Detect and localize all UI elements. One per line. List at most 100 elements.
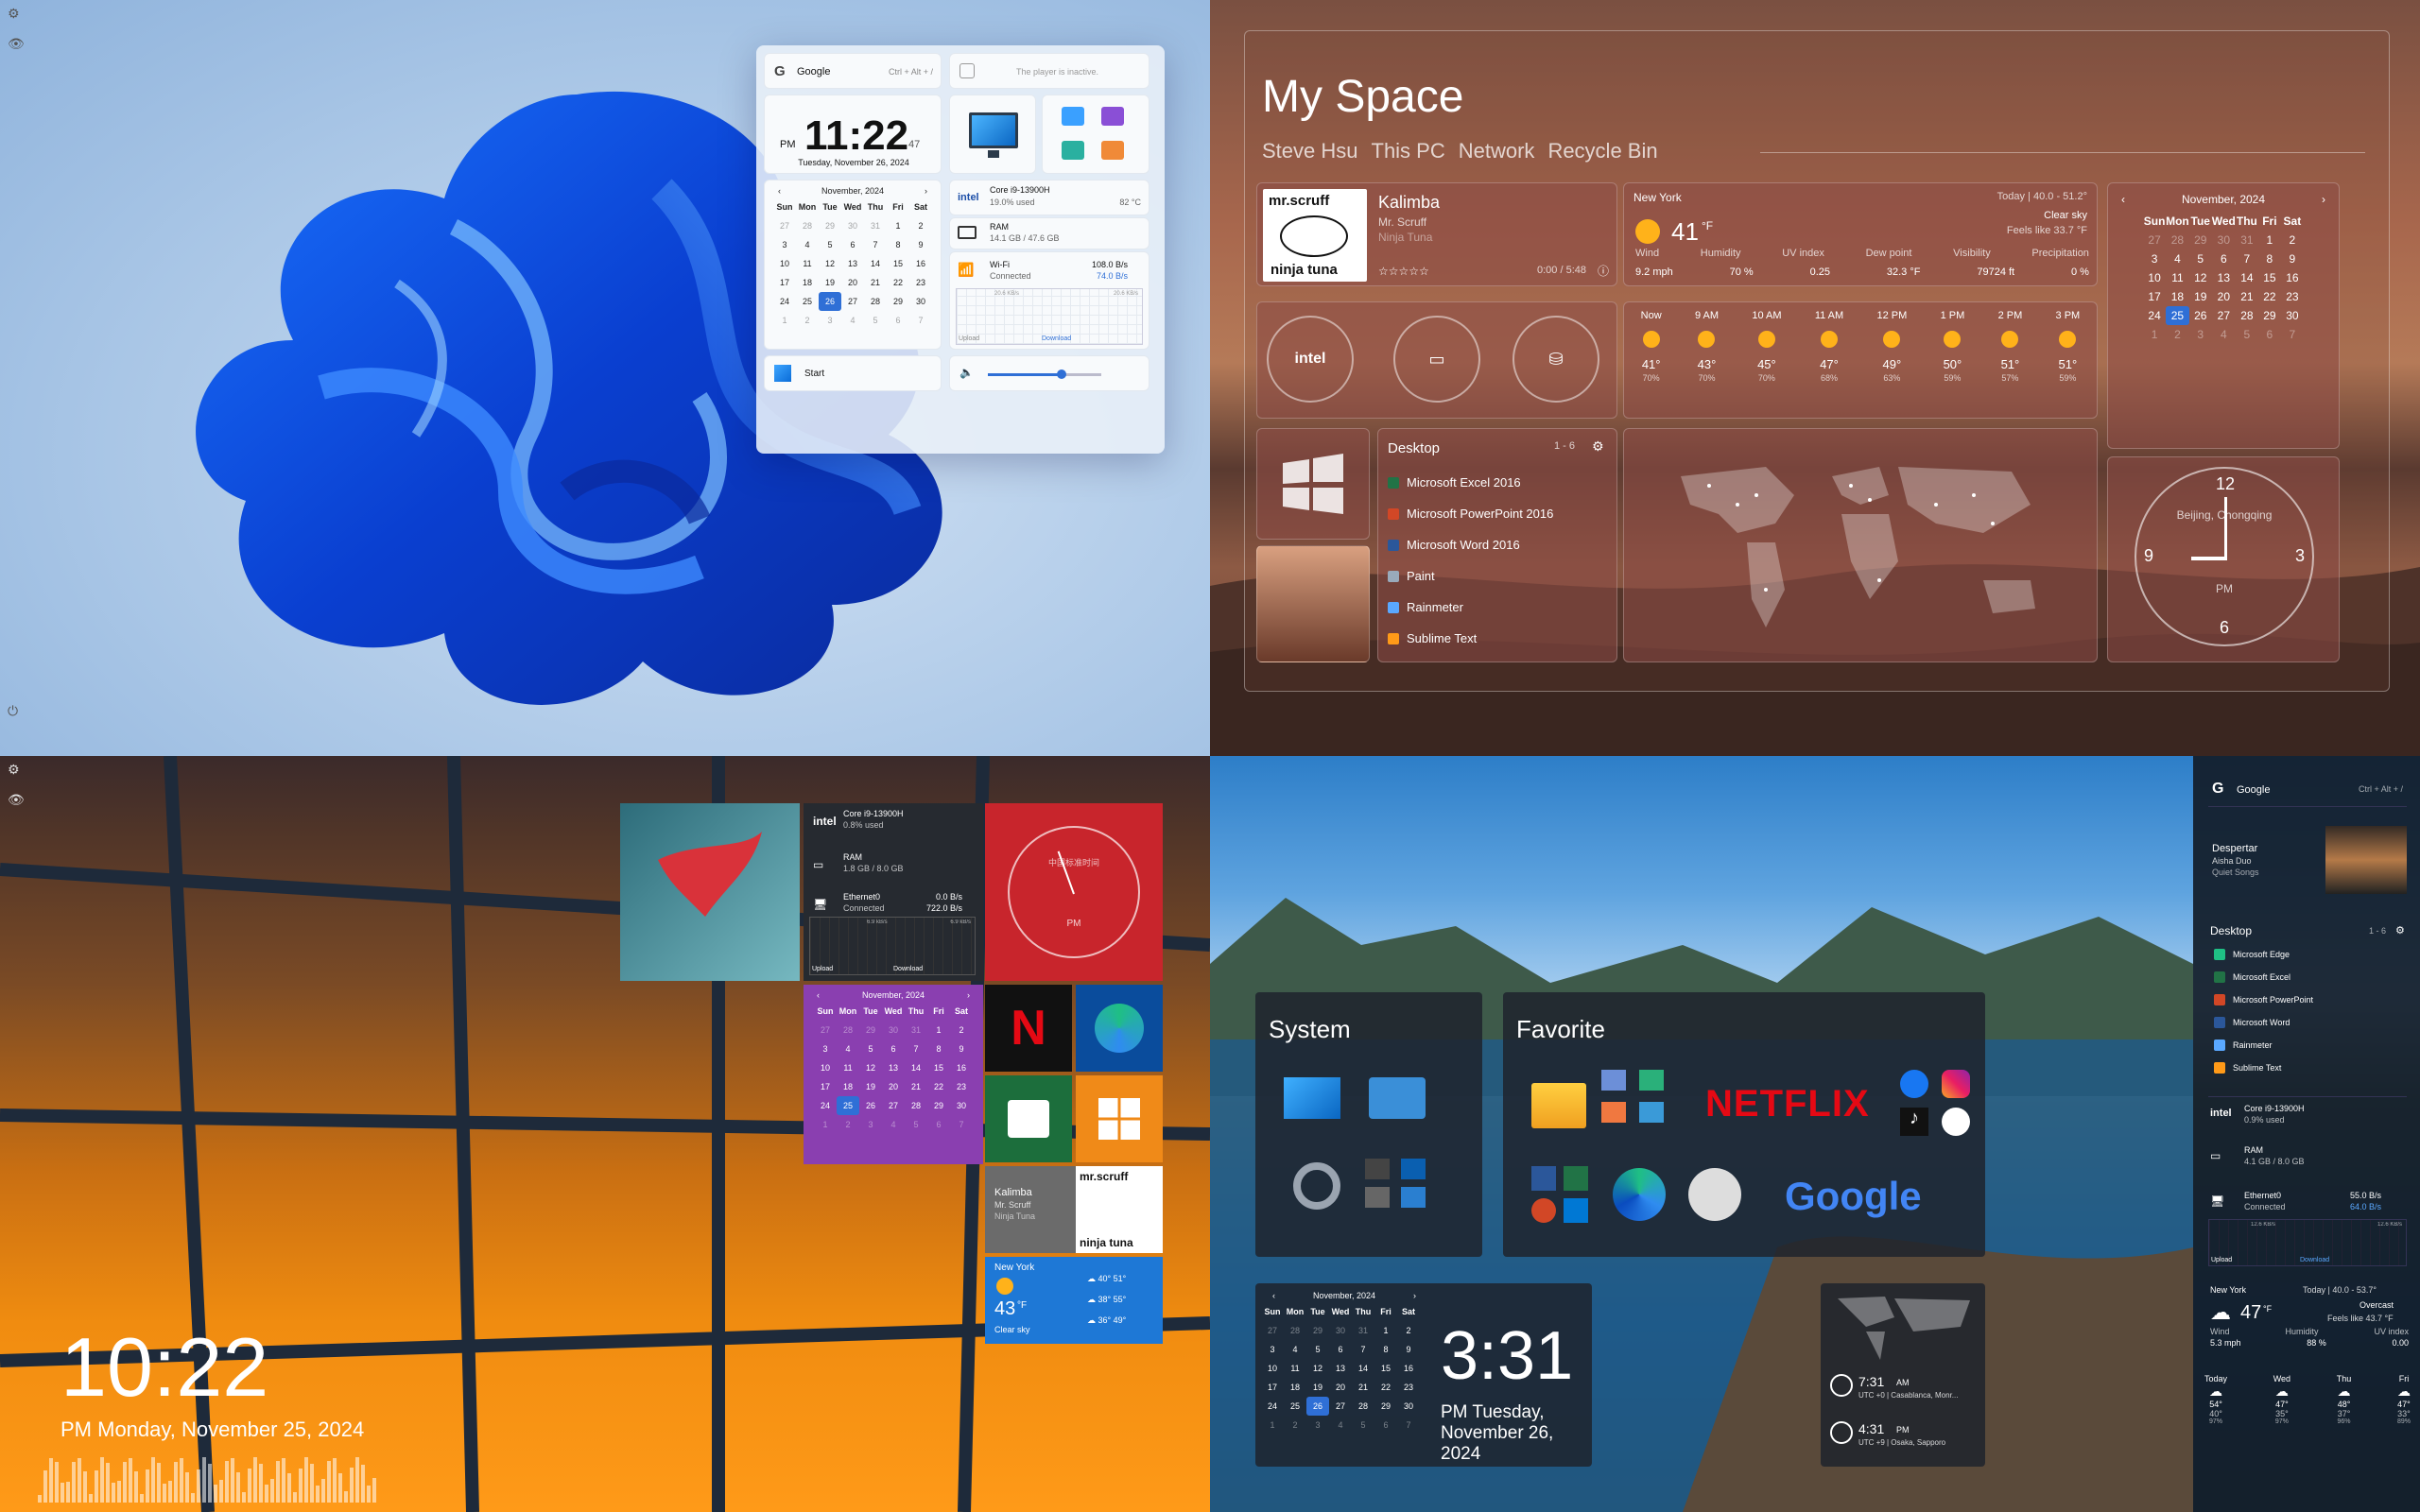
edge-tile[interactable]	[1076, 985, 1163, 1072]
calendar-day[interactable]: 27	[1261, 1321, 1284, 1340]
calendar-day[interactable]: 6	[1374, 1416, 1397, 1435]
launcher-item[interactable]: Microsoft Word	[2208, 1011, 2407, 1034]
calendar-day[interactable]: 3	[2143, 249, 2166, 268]
calendar-day[interactable]: 21	[905, 1077, 927, 1096]
launcher-item[interactable]: Microsoft Edge	[2208, 943, 2407, 966]
eye-icon[interactable]: 👁	[8, 792, 25, 809]
netflix-tile[interactable]: N	[985, 985, 1072, 1072]
calendar-day[interactable]: 29	[1306, 1321, 1329, 1340]
launcher-item[interactable]: Microsoft Excel 2016	[1382, 467, 1615, 498]
calendar-day[interactable]: 4	[837, 1040, 859, 1058]
calendar-day[interactable]: 26	[859, 1096, 882, 1115]
calendar-day[interactable]: 10	[814, 1058, 837, 1077]
calendar-day[interactable]: 25	[1284, 1397, 1306, 1416]
calendar-day[interactable]: 27	[2212, 306, 2236, 325]
calendar-day[interactable]: 28	[1352, 1397, 1374, 1416]
calendar-day[interactable]: 30	[2212, 231, 2236, 249]
nav-recycle-bin[interactable]: Recycle Bin	[1547, 139, 1657, 163]
calendar-day[interactable]: 4	[796, 235, 819, 254]
calendar-day[interactable]: 5	[2236, 325, 2258, 344]
calendar-day[interactable]: 4	[1284, 1340, 1306, 1359]
calendar-day[interactable]: 12	[859, 1058, 882, 1077]
calendar-day[interactable]: 24	[773, 292, 796, 311]
calendar-day[interactable]: 23	[2281, 287, 2304, 306]
file-explorer-icon[interactable]	[1531, 1083, 1586, 1128]
calendar-day[interactable]: 31	[905, 1021, 927, 1040]
calendar-day[interactable]: 18	[837, 1077, 859, 1096]
calendar-day[interactable]: 19	[2189, 287, 2212, 306]
calendar-day[interactable]: 17	[2143, 287, 2166, 306]
calendar-day[interactable]: 6	[841, 235, 864, 254]
videos-folder-icon[interactable]	[1101, 107, 1124, 126]
calendar-day[interactable]: 1	[773, 311, 796, 330]
calendar-day[interactable]: 7	[864, 235, 887, 254]
calendar-day[interactable]: 6	[2258, 325, 2281, 344]
eye-icon[interactable]: 👁	[8, 36, 25, 53]
instagram-icon[interactable]	[1942, 1070, 1970, 1098]
calendar-day[interactable]: 14	[905, 1058, 927, 1077]
printer-icon[interactable]	[1365, 1187, 1390, 1208]
calendar-day[interactable]: 29	[1374, 1397, 1397, 1416]
calendar-day[interactable]: 30	[950, 1096, 973, 1115]
settings-icon[interactable]: ⚙	[8, 762, 25, 779]
calendar-day[interactable]: 1	[814, 1115, 837, 1134]
calendar-next-button[interactable]: ›	[2322, 193, 2325, 206]
outlook-icon[interactable]	[1564, 1198, 1588, 1223]
calendar-day[interactable]: 29	[2258, 306, 2281, 325]
calendar-day[interactable]: 13	[1329, 1359, 1352, 1378]
calendar-day[interactable]: 12	[819, 254, 841, 273]
github-icon[interactable]	[1942, 1108, 1970, 1136]
calendar-day[interactable]: 27	[1329, 1397, 1352, 1416]
calendar-day[interactable]: 5	[2189, 249, 2212, 268]
calendar-day[interactable]: 9	[909, 235, 932, 254]
calendar-day[interactable]: 16	[950, 1058, 973, 1077]
disk-gauge[interactable]: ⛁	[1512, 316, 1599, 403]
launcher-item[interactable]: Microsoft PowerPoint	[2208, 988, 2407, 1011]
nav-user[interactable]: Steve Hsu	[1262, 139, 1358, 163]
documents-icon[interactable]	[1601, 1070, 1626, 1091]
calendar-day[interactable]: 5	[1352, 1416, 1374, 1435]
calendar-day[interactable]: 28	[837, 1021, 859, 1040]
calendar-day[interactable]: 1	[1374, 1321, 1397, 1340]
calendar-day[interactable]: 23	[909, 273, 932, 292]
calendar-day[interactable]: 7	[1352, 1340, 1374, 1359]
calendar-day[interactable]: 3	[2189, 325, 2212, 344]
launcher-item[interactable]: Paint	[1382, 560, 1615, 592]
calendar-day[interactable]: 28	[864, 292, 887, 311]
calendar-day[interactable]: 31	[864, 216, 887, 235]
powerpoint-icon[interactable]	[1531, 1198, 1556, 1223]
calendar-day[interactable]: 5	[1306, 1340, 1329, 1359]
calendar-day[interactable]: 31	[1352, 1321, 1374, 1340]
photo-tile[interactable]	[620, 803, 800, 981]
calendar-day[interactable]: 4	[2212, 325, 2236, 344]
calendar-day[interactable]: 16	[1397, 1359, 1420, 1378]
launcher-item[interactable]: Rainmeter	[2208, 1034, 2407, 1057]
calendar-day[interactable]: 11	[2166, 268, 2189, 287]
info-icon[interactable]: ⓘ	[1598, 263, 1609, 279]
calendar-day[interactable]: 13	[882, 1058, 905, 1077]
calendar-day[interactable]: 8	[1374, 1340, 1397, 1359]
calendar-day[interactable]: 15	[887, 254, 909, 273]
calendar-day[interactable]: 7	[905, 1040, 927, 1058]
calendar-day[interactable]: 25	[796, 292, 819, 311]
calendar-day[interactable]: 2	[2166, 325, 2189, 344]
calendar-day[interactable]: 26	[2189, 306, 2212, 325]
calendar-day[interactable]: 3	[814, 1040, 837, 1058]
calendar-day[interactable]: 6	[927, 1115, 950, 1134]
calendar-day[interactable]: 29	[887, 292, 909, 311]
cmd-icon[interactable]	[1365, 1159, 1390, 1179]
pictures-folder-icon[interactable]	[1062, 107, 1084, 126]
calendar-day[interactable]: 18	[1284, 1378, 1306, 1397]
calendar-day[interactable]: 9	[1397, 1340, 1420, 1359]
windows-tile[interactable]	[1076, 1075, 1163, 1162]
calendar-day[interactable]: 7	[1397, 1416, 1420, 1435]
calendar-day[interactable]: 17	[1261, 1378, 1284, 1397]
calendar-day[interactable]: 2	[796, 311, 819, 330]
settings-gear-icon[interactable]	[1293, 1162, 1340, 1210]
calendar-day[interactable]: 30	[841, 216, 864, 235]
media-player-tile[interactable]: The player is inactive.	[949, 53, 1150, 89]
calendar-day[interactable]: 14	[864, 254, 887, 273]
launcher-item[interactable]: Sublime Text	[2208, 1057, 2407, 1079]
calendar-day[interactable]: 20	[2212, 287, 2236, 306]
this-pc-tile[interactable]	[949, 94, 1036, 174]
